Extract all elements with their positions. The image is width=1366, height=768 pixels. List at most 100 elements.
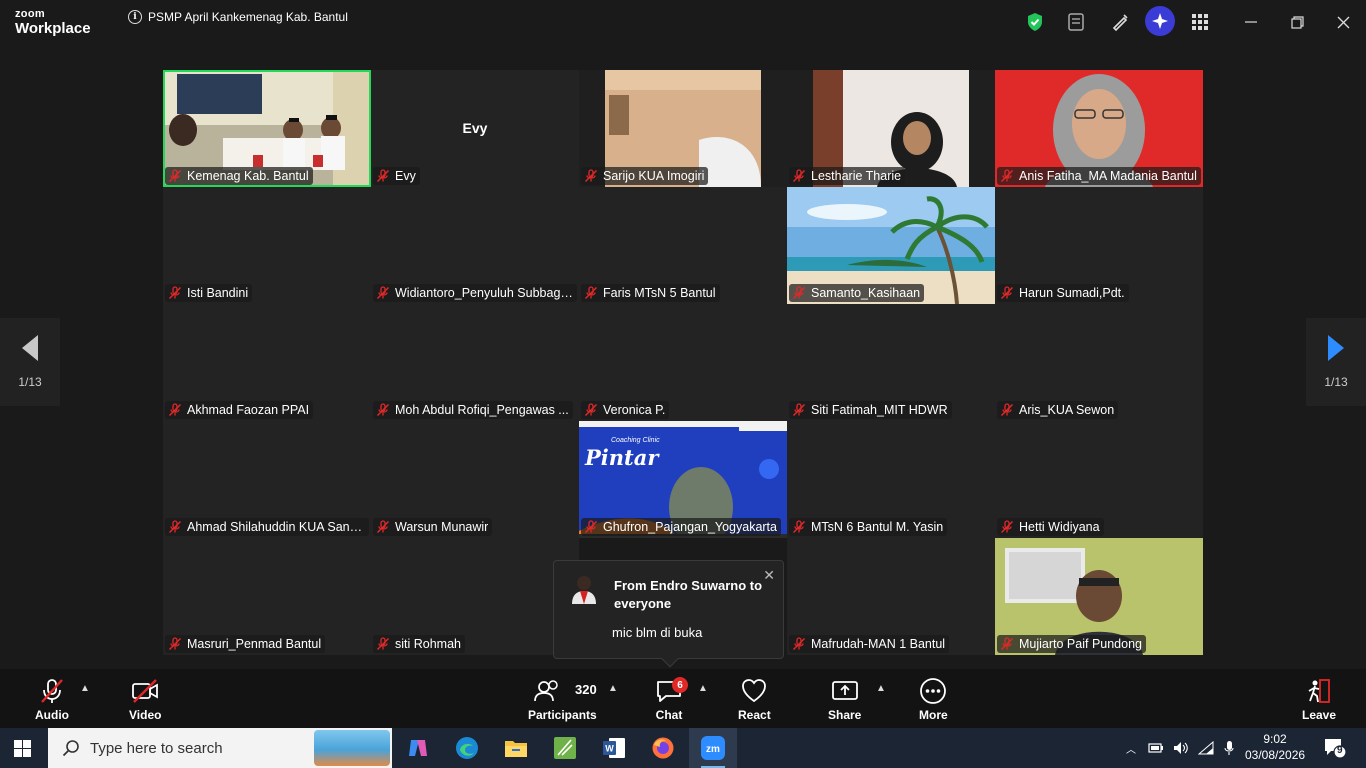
battery-icon[interactable] xyxy=(1148,741,1164,755)
participant-tile[interactable]: Veronica P. xyxy=(579,304,787,421)
mic-muted-icon xyxy=(376,637,390,651)
mic-muted-icon xyxy=(584,520,598,534)
participant-tile[interactable]: Harun Sumadi,Pdt. xyxy=(995,187,1203,304)
participant-tile[interactable]: siti Rohmah xyxy=(371,538,579,655)
notification-center-icon[interactable]: 9 xyxy=(1324,738,1347,763)
participant-tile[interactable]: Hetti Widiyana xyxy=(995,421,1203,538)
participant-nameplate: Siti Fatimah_MIT HDWR xyxy=(789,401,952,419)
taskbar-clock[interactable]: 9:02 03/08/2026 xyxy=(1245,731,1305,763)
next-page-button[interactable]: 1/13 xyxy=(1306,318,1366,406)
participant-nameplate: Moh Abdul Rofiqi_Pengawas ... xyxy=(373,401,573,419)
close-icon[interactable] xyxy=(1329,8,1357,36)
participant-tile[interactable]: Anis Fatiha_MA Madania Bantul xyxy=(995,70,1203,187)
more-button[interactable]: More xyxy=(919,677,948,722)
participant-name: Mujiarto Paif Pundong xyxy=(1019,637,1142,651)
microphone-icon[interactable] xyxy=(1223,740,1235,756)
chevron-left-icon xyxy=(22,335,38,361)
copilot-icon[interactable] xyxy=(402,732,434,764)
participant-tile[interactable]: Evy Evy xyxy=(371,70,579,187)
audio-button[interactable]: Audio xyxy=(35,677,69,722)
zoom-logo: zoom Workplace xyxy=(15,8,91,37)
ai-companion-icon[interactable] xyxy=(1145,6,1175,36)
participant-name: Akhmad Faozan PPAI xyxy=(187,403,310,417)
excel-like-app-icon[interactable] xyxy=(549,732,581,764)
participant-tile[interactable]: Lestharie Tharie xyxy=(787,70,995,187)
participant-name: Samanto_Kasihaan xyxy=(811,286,921,300)
participant-tile[interactable]: Warsun Munawir xyxy=(371,421,579,538)
notes-icon[interactable] xyxy=(1062,8,1090,36)
share-caret-icon[interactable]: ▲ xyxy=(876,683,886,694)
chevron-up-icon[interactable]: ︿ xyxy=(1126,741,1136,756)
whiteboard-pen-icon[interactable] xyxy=(1106,8,1134,36)
windows-start-icon[interactable] xyxy=(14,740,31,757)
react-button[interactable]: React xyxy=(738,677,771,722)
video-button[interactable]: Video xyxy=(129,677,161,722)
participant-tile[interactable]: Samanto_Kasihaan xyxy=(787,187,995,304)
notification-count: 9 xyxy=(1337,745,1343,756)
close-icon[interactable]: ✕ xyxy=(763,567,775,584)
share-screen-icon xyxy=(831,677,859,705)
file-explorer-icon[interactable] xyxy=(500,732,532,764)
minimize-icon[interactable] xyxy=(1237,8,1265,36)
word-icon[interactable]: W xyxy=(598,732,630,764)
participant-tile[interactable]: Mafrudah-MAN 1 Bantul xyxy=(787,538,995,655)
speaker-icon[interactable] xyxy=(1173,741,1189,755)
participant-tile[interactable]: Mujiarto Paif Pundong xyxy=(995,538,1203,655)
zoom-icon[interactable]: zm xyxy=(689,728,737,768)
chat-sender: From Endro Suwarno to everyone xyxy=(614,578,763,611)
participants-caret-icon[interactable]: ▲ xyxy=(608,683,618,694)
participant-tile[interactable]: Sarijo KUA Imogiri xyxy=(579,70,787,187)
participant-tile[interactable]: Ahmad Shilahuddin KUA Sand... xyxy=(163,421,371,538)
meeting-info[interactable]: i PSMP April Kankemenag Kab. Bantul xyxy=(128,10,348,24)
participant-tile[interactable]: Widiantoro_Penyuluh Subbag ... xyxy=(371,187,579,304)
popup-tail xyxy=(661,650,679,668)
participant-name: Ghufron_Pajangan_Yogyakarta xyxy=(603,520,777,534)
mic-muted-icon xyxy=(584,403,598,417)
participant-nameplate: Masruri_Penmad Bantul xyxy=(165,635,326,653)
participant-tile[interactable]: Kemenag Kab. Bantul xyxy=(163,70,371,187)
page-indicator-right: 1/13 xyxy=(1324,375,1348,389)
chat-caret-icon[interactable]: ▲ xyxy=(698,683,708,694)
chat-unread-badge: 6 xyxy=(672,677,688,693)
participant-tile[interactable]: Faris MTsN 5 Bantul xyxy=(579,187,787,304)
audio-options-caret-icon[interactable]: ▲ xyxy=(80,683,90,694)
prev-page-button[interactable]: 1/13 xyxy=(0,318,60,406)
participant-tile[interactable]: Siti Fatimah_MIT HDWR xyxy=(787,304,995,421)
participant-nameplate: Aris_KUA Sewon xyxy=(997,401,1119,419)
share-button[interactable]: Share xyxy=(828,677,861,722)
chat-message: mic blm di buka xyxy=(612,625,703,640)
participant-tile[interactable]: MTsN 6 Bantul M. Yasin xyxy=(787,421,995,538)
participant-tile[interactable]: Isti Bandini xyxy=(163,187,371,304)
participant-nameplate: Hetti Widiyana xyxy=(997,518,1104,536)
participant-nameplate: Mujiarto Paif Pundong xyxy=(997,635,1146,653)
participant-tile[interactable]: Masruri_Penmad Bantul xyxy=(163,538,371,655)
chat-notification[interactable]: From Endro Suwarno to everyone mic blm d… xyxy=(553,560,784,668)
leave-button[interactable]: Leave xyxy=(1302,677,1336,722)
mic-muted-icon xyxy=(792,169,806,183)
shared-slide-subtitle: Coaching Clinic xyxy=(611,437,660,444)
wifi-icon[interactable] xyxy=(1198,741,1214,755)
restore-icon[interactable] xyxy=(1283,8,1311,36)
mic-muted-icon xyxy=(1000,169,1014,183)
info-icon[interactable]: i xyxy=(128,10,142,24)
mic-muted-icon xyxy=(792,637,806,651)
participant-tile[interactable]: Aris_KUA Sewon xyxy=(995,304,1203,421)
participant-tile[interactable]: Pintar Coaching Clinic Ghufron_Pajangan_Yo… xyxy=(579,421,787,538)
taskbar-search[interactable]: Type here to search xyxy=(48,728,392,768)
mic-muted-icon xyxy=(792,520,806,534)
apps-grid-icon[interactable] xyxy=(1186,8,1214,36)
participant-tile[interactable]: Akhmad Faozan PPAI xyxy=(163,304,371,421)
firefox-icon[interactable] xyxy=(647,732,679,764)
participant-nameplate: Widiantoro_Penyuluh Subbag ... xyxy=(373,284,577,302)
sender-avatar xyxy=(570,574,598,604)
participant-nameplate: MTsN 6 Bantul M. Yasin xyxy=(789,518,948,536)
edge-icon[interactable] xyxy=(451,732,483,764)
mic-muted-icon xyxy=(376,403,390,417)
participant-nameplate: Warsun Munawir xyxy=(373,518,493,536)
shield-check-icon[interactable] xyxy=(1021,8,1049,36)
mic-muted-icon xyxy=(792,403,806,417)
participant-tile[interactable]: Moh Abdul Rofiqi_Pengawas ... xyxy=(371,304,579,421)
search-highlight-image xyxy=(314,730,390,766)
participant-nameplate: Kemenag Kab. Bantul xyxy=(165,167,313,185)
participant-name: siti Rohmah xyxy=(395,637,461,651)
